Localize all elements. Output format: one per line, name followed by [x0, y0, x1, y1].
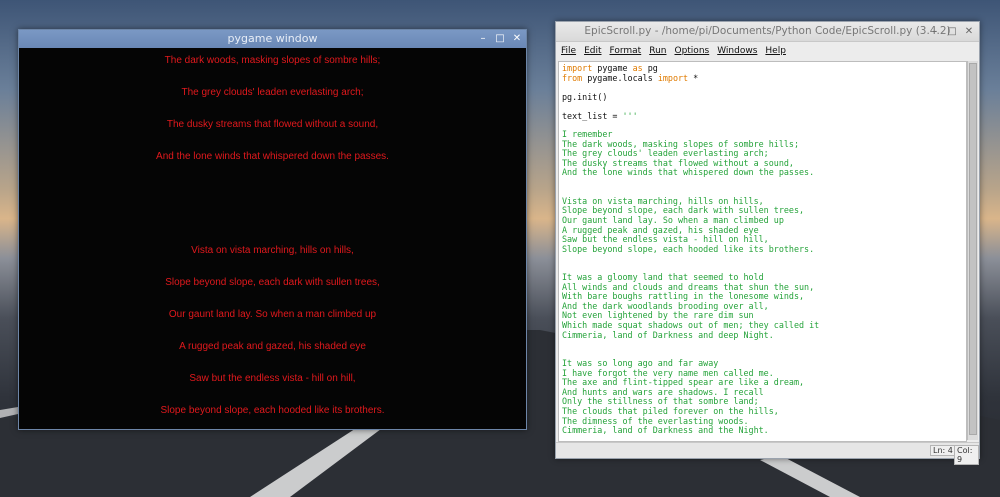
menu-format[interactable]: Format: [610, 46, 642, 56]
vertical-scrollbar[interactable]: [967, 61, 978, 440]
string-line: Saw but the endless vista - hill on hill…: [562, 234, 769, 245]
editor-titlebar[interactable]: EpicScroll.py - /home/pi/Documents/Pytho…: [556, 22, 979, 42]
menu-help[interactable]: Help: [765, 46, 786, 56]
status-bar: Ln: 4 Col: 9: [556, 442, 979, 465]
minimize-icon[interactable]: –: [930, 22, 940, 41]
string-line: Our gaunt land lay. So when a man climbe…: [562, 214, 784, 225]
string-line: The dark woods, masking slopes of sombre…: [562, 138, 799, 149]
string-literal: ''': [622, 111, 638, 121]
keyword: as: [632, 63, 643, 73]
poem-line: Slope beyond slope, each dark with sulle…: [165, 277, 380, 288]
string-line: And the lone winds that whispered down t…: [562, 167, 815, 178]
pygame-window: pygame window – □ ✕ The dark woods, mask…: [18, 29, 527, 430]
column-number: Col: 9: [954, 445, 979, 465]
poem-line: The dark woods, masking slopes of sombre…: [164, 55, 381, 66]
code-line: pg.init(): [562, 92, 608, 102]
string-line: Vista on vista marching, hills on hills,: [562, 195, 764, 206]
poem-line: Our gaunt land lay. So when a man climbe…: [168, 309, 377, 320]
string-line: Not even lightened by the rare dim sun: [562, 310, 754, 321]
menu-run[interactable]: Run: [649, 46, 666, 56]
string-line: And hunts and wars are shadows. I recall: [562, 386, 764, 397]
string-line: Slope beyond slope, each hooded like its…: [562, 243, 815, 254]
pygame-canvas: The dark woods, masking slopes of sombre…: [19, 48, 526, 429]
code-line: import pygame as pg: [562, 63, 658, 73]
pygame-titlebar[interactable]: pygame window – □ ✕: [19, 30, 526, 48]
menu-options[interactable]: Options: [674, 46, 709, 56]
string-line: Slope beyond slope, each dark with sulle…: [562, 205, 805, 216]
string-line: With bare boughs rattling in the lonesom…: [562, 291, 805, 302]
code-line: from pygame.locals import *: [562, 73, 698, 83]
keyword: import: [562, 63, 593, 73]
line-number: Ln: 4: [930, 445, 956, 456]
code-line: text_list = ''': [562, 111, 638, 121]
string-line: The axe and flint-tipped spear are like …: [562, 377, 805, 388]
keyword: from: [562, 73, 583, 83]
string-line: Cimmeria, land of Darkness and deep Nigh…: [562, 329, 774, 340]
string-line: I have forgot the very name men called m…: [562, 367, 774, 378]
editor-window-title: EpicScroll.py - /home/pi/Documents/Pytho…: [584, 25, 951, 37]
string-line: It was so long ago and far away: [562, 358, 719, 369]
string-line: Which made squat shadows out of men; the…: [562, 320, 820, 330]
string-line: Cimmeria, land of Darkness and the Night…: [562, 425, 769, 436]
poem-line: The dusky streams that flowed without a …: [166, 119, 379, 130]
menu-file[interactable]: File: [561, 46, 576, 56]
poem-line: A rugged peak and gazed, his shaded eye: [179, 341, 366, 352]
maximize-icon[interactable]: □: [947, 22, 957, 41]
keyword: import: [657, 73, 689, 83]
menu-bar: File Edit Format Run Options Windows Hel…: [556, 42, 979, 59]
close-icon[interactable]: ✕: [964, 22, 974, 41]
menu-windows[interactable]: Windows: [717, 46, 757, 56]
scroll-thumb[interactable]: [969, 63, 977, 435]
minimize-icon[interactable]: –: [478, 30, 488, 48]
menu-edit[interactable]: Edit: [584, 46, 601, 56]
code-text: pygame.locals: [582, 73, 658, 83]
poem-line: And the lone winds that whispered down t…: [156, 151, 389, 162]
string-line: The dusky streams that flowed without a …: [562, 157, 794, 168]
code-editor[interactable]: import pygame as pg from pygame.locals i…: [558, 61, 967, 442]
code-text: *: [688, 73, 699, 83]
maximize-icon[interactable]: □: [495, 30, 505, 48]
string-line: All winds and clouds and dreams that shu…: [562, 281, 815, 292]
poem-line: Saw but the endless vista - hill on hill…: [189, 373, 356, 384]
editor-window: EpicScroll.py - /home/pi/Documents/Pytho…: [555, 21, 980, 465]
string-line: The grey clouds' leaden everlasting arch…: [562, 148, 769, 159]
code-text: pg: [642, 63, 658, 73]
string-line: And the dark woodlands brooding over all…: [562, 300, 769, 311]
string-line: The clouds that piled forever on the hil…: [562, 405, 779, 416]
string-line: It was a gloomy land that seemed to hold: [562, 272, 764, 283]
string-line: A rugged peak and gazed, his shaded eye: [562, 224, 759, 235]
string-line: I remember: [562, 129, 613, 139]
poem-line: The grey clouds' leaden everlasting arch…: [181, 87, 364, 98]
code-text: text_list =: [562, 111, 623, 121]
pygame-window-title: pygame window: [227, 32, 318, 45]
string-line: Only the stillness of that sombre land;: [562, 396, 759, 407]
close-icon[interactable]: ✕: [512, 30, 522, 48]
poem-line: Vista on vista marching, hills on hills,: [191, 245, 354, 256]
string-line: The dimness of the everlasting woods.: [562, 415, 749, 426]
poem-line: Slope beyond slope, each hooded like its…: [160, 405, 385, 416]
code-text: pygame: [592, 63, 633, 73]
